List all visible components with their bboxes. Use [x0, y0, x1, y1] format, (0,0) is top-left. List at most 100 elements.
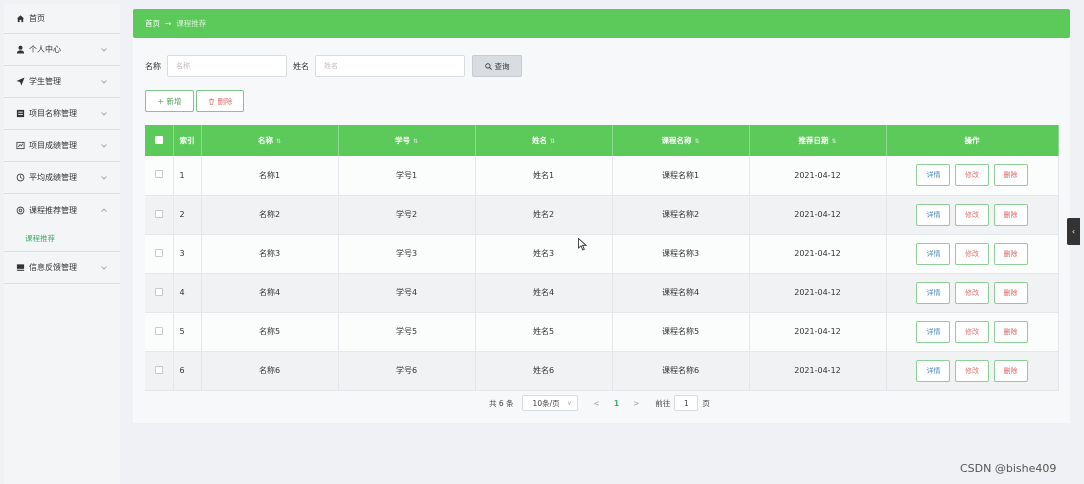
batch-delete-button[interactable]: 删除: [196, 90, 244, 112]
surname-search-input[interactable]: 姓名: [315, 55, 465, 77]
goto-page-input[interactable]: 1: [674, 395, 699, 411]
delete-button[interactable]: 删除: [993, 242, 1028, 265]
header-date-label: 推荐日期: [798, 136, 829, 145]
row-select-cell: [145, 351, 174, 391]
sidebar-item-students[interactable]: 学生管理: [4, 66, 120, 98]
header-person[interactable]: 姓名 ⇅: [475, 125, 613, 156]
edit-button[interactable]: 修改: [955, 281, 989, 304]
detail-button[interactable]: 详情: [916, 359, 951, 382]
edit-button[interactable]: 修改: [955, 164, 989, 187]
header-ops: 操作: [886, 125, 1059, 156]
header-name[interactable]: 名称 ⇅: [201, 125, 339, 156]
row-select-cell: [145, 195, 174, 235]
sidebar-item-feedback[interactable]: 信息反馈管理: [4, 252, 120, 284]
cell-date: 2021-04-12: [749, 234, 887, 274]
cell-student-id: 学号5: [338, 312, 476, 352]
sidebar-item-label: 首页: [29, 14, 45, 23]
delete-button[interactable]: 删除: [993, 203, 1028, 226]
name-search-input[interactable]: 名称: [167, 55, 287, 77]
header-student-id[interactable]: 学号 ⇅: [338, 125, 476, 156]
detail-button[interactable]: 详情: [916, 242, 951, 265]
sidebar-item-project-names[interactable]: 项目名称管理: [4, 98, 120, 130]
row-checkbox[interactable]: [154, 248, 163, 257]
sidebar-item-label: 信息反馈管理: [29, 263, 77, 272]
header-course-label: 课程名称: [661, 136, 692, 145]
cell-person: 姓名4: [475, 273, 613, 313]
row-checkbox[interactable]: [154, 287, 163, 296]
select-all-checkbox[interactable]: [154, 135, 163, 144]
cell-index: 2: [173, 195, 202, 235]
cell-course: 课程名称6: [612, 351, 750, 391]
chevron-down-icon: [100, 79, 108, 85]
delete-button[interactable]: 删除: [993, 320, 1028, 343]
data-table: 索引 名称 ⇅ 学号 ⇅ 姓名 ⇅ 课程名称 ⇅ 推荐日期 ⇅ 操作 1 名称1 学号1 …: [145, 125, 1059, 391]
detail-button[interactable]: 详情: [916, 281, 951, 304]
batch-delete-label: 删除: [217, 96, 233, 106]
send-icon: [15, 77, 25, 87]
edit-button[interactable]: 修改: [955, 359, 989, 382]
prev-page-button[interactable]: <: [594, 399, 600, 408]
sidebar-item-average-scores[interactable]: 平均成绩管理: [4, 162, 120, 194]
sort-icon: ⇅: [275, 138, 282, 145]
action-buttons: + 新增 删除: [145, 90, 244, 112]
edit-button[interactable]: 修改: [955, 242, 989, 265]
edit-button[interactable]: 修改: [955, 203, 989, 226]
cell-student-id: 学号4: [338, 273, 476, 313]
delete-button[interactable]: 删除: [993, 281, 1028, 304]
list-icon: [15, 263, 25, 273]
sidebar-subitem-course-recommend[interactable]: 课程推荐: [4, 226, 120, 252]
edit-button[interactable]: 修改: [955, 320, 989, 343]
cell-person: 姓名3: [475, 234, 613, 274]
row-checkbox[interactable]: [154, 326, 163, 335]
current-page[interactable]: 1: [614, 399, 619, 408]
cell-date: 2021-04-12: [749, 351, 887, 391]
cell-person: 姓名2: [475, 195, 613, 235]
delete-button[interactable]: 删除: [993, 359, 1028, 382]
table-row: 3 名称3 学号3 姓名3 课程名称3 2021-04-12 详情 修改 删除: [145, 234, 1059, 274]
row-checkbox[interactable]: [154, 209, 163, 218]
mouse-cursor-icon: [578, 238, 587, 251]
pagination-total: 共 6 条: [489, 398, 514, 408]
row-checkbox[interactable]: [154, 170, 163, 179]
cell-person: 姓名5: [475, 312, 613, 352]
chevron-down-icon: [100, 47, 108, 53]
sidebar-item-personal-center[interactable]: 个人中心: [4, 34, 120, 66]
collapse-panel-handle[interactable]: ‹: [1067, 218, 1080, 245]
detail-button[interactable]: 详情: [916, 164, 951, 187]
sidebar-item-course-recommend-mgmt[interactable]: 课程推荐管理: [4, 194, 120, 226]
header-student-id-label: 学号: [394, 136, 410, 145]
query-button[interactable]: 查询: [472, 55, 522, 77]
goto-label: 前往: [655, 398, 671, 408]
select-all-cell: [145, 125, 174, 156]
header-person-label: 姓名: [531, 136, 547, 145]
chevron-down-icon: ∨: [567, 399, 572, 407]
sort-icon: ⇅: [412, 138, 419, 145]
detail-button[interactable]: 详情: [916, 203, 951, 226]
table-row: 1 名称1 学号1 姓名1 课程名称1 2021-04-12 详情 修改 删除: [145, 156, 1059, 196]
sidebar-item-label: 项目名称管理: [29, 109, 77, 118]
circle-icon: [15, 173, 25, 183]
page-unit-label: 页: [702, 398, 710, 408]
sidebar-item-home[interactable]: 首页: [4, 4, 120, 34]
header-date[interactable]: 推荐日期 ⇅: [749, 125, 887, 156]
header-index: 索引: [173, 125, 202, 156]
breadcrumb-current: 课程推荐: [176, 19, 207, 28]
cell-ops: 详情 修改 删除: [886, 312, 1059, 352]
query-button-label: 查询: [494, 61, 510, 71]
page-size-select[interactable]: 10条/页 ∨: [521, 395, 578, 411]
detail-button[interactable]: 详情: [916, 320, 951, 343]
header-course[interactable]: 课程名称 ⇅: [612, 125, 750, 156]
header-name-label: 名称: [257, 136, 273, 145]
next-page-button[interactable]: >: [633, 399, 639, 408]
sort-icon: ⇅: [831, 138, 837, 145]
row-checkbox[interactable]: [154, 365, 163, 374]
cell-student-id: 学号1: [338, 156, 476, 196]
folder-icon: [15, 109, 25, 119]
breadcrumb-home[interactable]: 首页: [145, 18, 160, 29]
add-button[interactable]: + 新增: [145, 90, 194, 112]
sidebar-item-project-scores[interactable]: 项目成绩管理: [4, 130, 120, 162]
delete-button[interactable]: 删除: [993, 164, 1028, 187]
cell-name: 名称4: [201, 273, 339, 313]
chevron-down-icon: [100, 175, 108, 181]
row-select-cell: [145, 234, 174, 274]
